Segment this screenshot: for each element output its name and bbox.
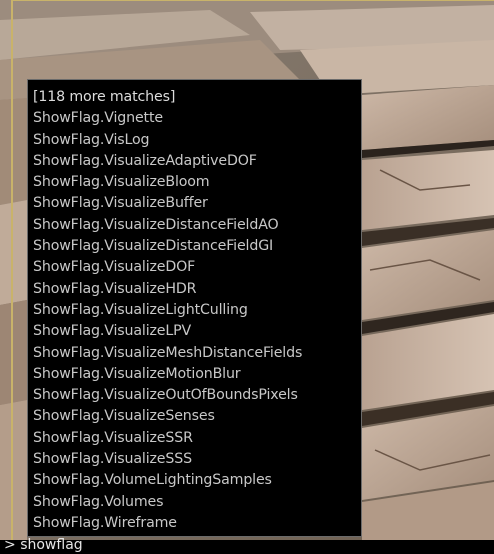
autocomplete-item[interactable]: ShowFlag.VisualizeLPV xyxy=(33,321,361,342)
game-viewport: [118 more matches] ShowFlag.Vignette Sho… xyxy=(0,0,494,554)
autocomplete-item[interactable]: ShowFlag.VisualizeBuffer xyxy=(33,193,361,214)
autocomplete-item[interactable]: ShowFlag.VisualizeLightCulling xyxy=(33,300,361,321)
autocomplete-item[interactable]: ShowFlag.VolumeLightingSamples xyxy=(33,470,361,491)
autocomplete-item[interactable]: ShowFlag.Volumes xyxy=(33,492,361,513)
autocomplete-item[interactable]: ShowFlag.VisualizeSSS xyxy=(33,449,361,470)
more-matches-label: [118 more matches] xyxy=(33,89,176,105)
console-input-text: showflag xyxy=(20,537,83,553)
console-autocomplete-list: [118 more matches] ShowFlag.Vignette Sho… xyxy=(27,79,362,537)
autocomplete-item[interactable]: ShowFlag.Vignette xyxy=(33,108,361,129)
autocomplete-item[interactable]: ShowFlag.VisualizeSenses xyxy=(33,406,361,427)
autocomplete-item[interactable]: ShowFlag.Wireframe xyxy=(33,513,361,534)
autocomplete-item[interactable]: ShowFlag.VisualizeAdaptiveDOF xyxy=(33,151,361,172)
autocomplete-item[interactable]: ShowFlag.VisualizeDistanceFieldGI xyxy=(33,236,361,257)
console-input-field[interactable]: > showflag xyxy=(4,536,83,554)
autocomplete-item[interactable]: ShowFlag.VisualizeMotionBlur xyxy=(33,364,361,385)
autocomplete-item[interactable]: ShowFlag.VisLog xyxy=(33,130,361,151)
console-prompt: > xyxy=(4,537,16,553)
autocomplete-item[interactable]: ShowFlag.VisualizeDistanceFieldAO xyxy=(33,215,361,236)
autocomplete-item[interactable]: ShowFlag.VisualizeBloom xyxy=(33,172,361,193)
console-input-bar[interactable]: > showflag xyxy=(0,537,494,554)
autocomplete-item[interactable]: ShowFlag.VisualizeHDR xyxy=(33,279,361,300)
autocomplete-item[interactable]: ShowFlag.VisualizeOutOfBoundsPixels xyxy=(33,385,361,406)
autocomplete-item[interactable]: ShowFlag.VisualizeSSR xyxy=(33,428,361,449)
autocomplete-item[interactable]: ShowFlag.VisualizeMeshDistanceFields xyxy=(33,343,361,364)
autocomplete-item[interactable]: ShowFlag.VisualizeDOF xyxy=(33,257,361,278)
